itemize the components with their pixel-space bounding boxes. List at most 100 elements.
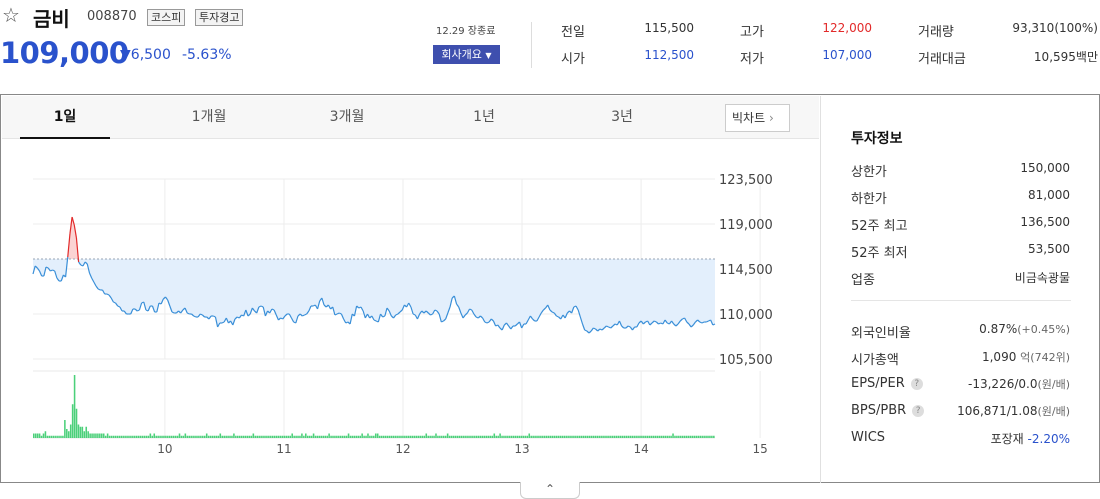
price-change: ▼6,500 <box>120 47 171 63</box>
volume-bar <box>495 435 497 438</box>
volume-bar <box>540 435 542 438</box>
volume-bar <box>163 435 165 438</box>
market-cap: 1,090 <box>981 350 1017 364</box>
volume-bar <box>332 435 334 438</box>
chart-panel: 1일 1개월 3개월 1년 3년 빅차트 › 10 11 12 13 14 15 123,5… <box>0 94 1100 483</box>
volume-bar <box>520 435 523 438</box>
volume-bar <box>639 435 641 438</box>
volume-bar <box>672 433 674 438</box>
volume-bar <box>408 435 410 438</box>
big-chart-button[interactable]: 빅차트 › <box>725 104 790 132</box>
volume-bar <box>135 435 138 438</box>
volume-bar <box>406 435 408 438</box>
volume-bar <box>658 435 661 438</box>
volume-bar <box>248 435 251 438</box>
volume-bar <box>551 435 554 438</box>
volume-bar <box>275 435 278 438</box>
volume-bar <box>330 435 332 438</box>
help-icon[interactable]: ? <box>910 378 923 390</box>
volume-bar <box>106 433 109 438</box>
volume-bar <box>645 435 647 438</box>
volume-bar <box>237 435 239 438</box>
volume-bar <box>491 435 494 438</box>
volume-bar <box>194 435 196 438</box>
bps-pbr: 106,871/1.08 <box>957 404 1038 418</box>
favorite-star-icon[interactable]: ☆ <box>2 5 20 25</box>
volume-bar <box>182 435 185 438</box>
volume-bar <box>433 435 435 438</box>
volume-bar <box>334 435 336 438</box>
current-price: 109,000 <box>0 36 129 70</box>
volume-bar <box>112 435 115 438</box>
investment-info: 투자정보 상한가 150,000 하한가 81,000 52주 최고 136,5… <box>820 96 1100 483</box>
volume-bar <box>211 435 214 438</box>
wics-sector[interactable]: 포장재 <box>991 432 1024 446</box>
company-overview-button[interactable]: 회사개요 ▼ <box>433 45 500 64</box>
collapse-button[interactable]: ⌃ <box>520 482 580 499</box>
volume-bar <box>66 429 68 438</box>
volume-bar <box>378 435 381 438</box>
volume-bar <box>99 433 101 438</box>
volume-bar <box>169 435 171 438</box>
volume-bar <box>48 435 51 438</box>
volume-bar <box>404 435 406 438</box>
tab-3month[interactable]: 3개월 <box>297 96 397 139</box>
volume-bar <box>701 435 703 438</box>
volume-bar <box>600 435 602 438</box>
volume-bar <box>159 435 161 438</box>
tab-1year[interactable]: 1년 <box>434 96 534 139</box>
volume-bar <box>668 435 670 438</box>
tab-3year[interactable]: 3년 <box>572 96 672 139</box>
volume-bar <box>56 435 58 438</box>
volume-bar <box>613 435 616 438</box>
volume-bar <box>479 435 482 438</box>
volume-bar <box>250 435 253 438</box>
period-tabs: 1일 1개월 3개월 1년 3년 빅차트 › <box>2 96 819 139</box>
volume-bar <box>215 435 218 438</box>
volume-bar <box>487 435 490 438</box>
volume-bar <box>87 431 89 438</box>
tab-1month[interactable]: 1개월 <box>159 96 259 139</box>
volume-bar <box>514 435 517 438</box>
upper-limit-label: 상한가 <box>851 165 887 180</box>
stock-code: 008870 <box>87 9 137 24</box>
volume-bar <box>79 426 82 438</box>
volume-bar <box>58 435 60 438</box>
volume-bar <box>297 435 299 438</box>
volume-bar <box>396 435 398 438</box>
volume-bar <box>437 435 439 438</box>
volume-bar <box>553 435 556 438</box>
bps-pbr-label: BPS/PBR? <box>851 403 925 418</box>
high-label: 고가 <box>740 25 764 40</box>
volume-bar <box>339 435 342 438</box>
volume-bar <box>213 435 216 438</box>
volume-bar <box>209 435 212 438</box>
volume-bar <box>190 435 192 438</box>
high-value: 122,000 <box>822 21 872 35</box>
volume-bar <box>246 435 249 438</box>
volume-bar <box>353 435 356 438</box>
volume-bar <box>608 435 610 438</box>
volume-bar <box>685 435 688 438</box>
volume-bar <box>81 426 84 438</box>
volume-bar <box>139 435 142 438</box>
volume-bar <box>477 435 480 438</box>
volume-bar <box>703 435 705 438</box>
lower-limit-label: 하한가 <box>851 192 887 207</box>
volume-bar <box>172 435 175 438</box>
volume-bar <box>650 435 653 438</box>
volume-bar <box>231 435 233 438</box>
volume-bar <box>207 435 210 438</box>
volume-bar <box>415 435 418 438</box>
help-icon[interactable]: ? <box>912 405 925 417</box>
big-chart-label: 빅차트 <box>732 111 766 125</box>
volume-bar <box>167 435 169 438</box>
volume-bar <box>656 435 659 438</box>
x-tick-label: 11 <box>276 442 291 456</box>
volume-bar <box>534 435 536 438</box>
volume-bar <box>582 435 585 438</box>
bps-pbr-unit: (원/배) <box>1037 405 1070 418</box>
tab-1day[interactable]: 1일 <box>20 96 110 139</box>
sector-value[interactable]: 비금속광물 <box>1015 269 1070 286</box>
volume-bar <box>499 433 501 438</box>
